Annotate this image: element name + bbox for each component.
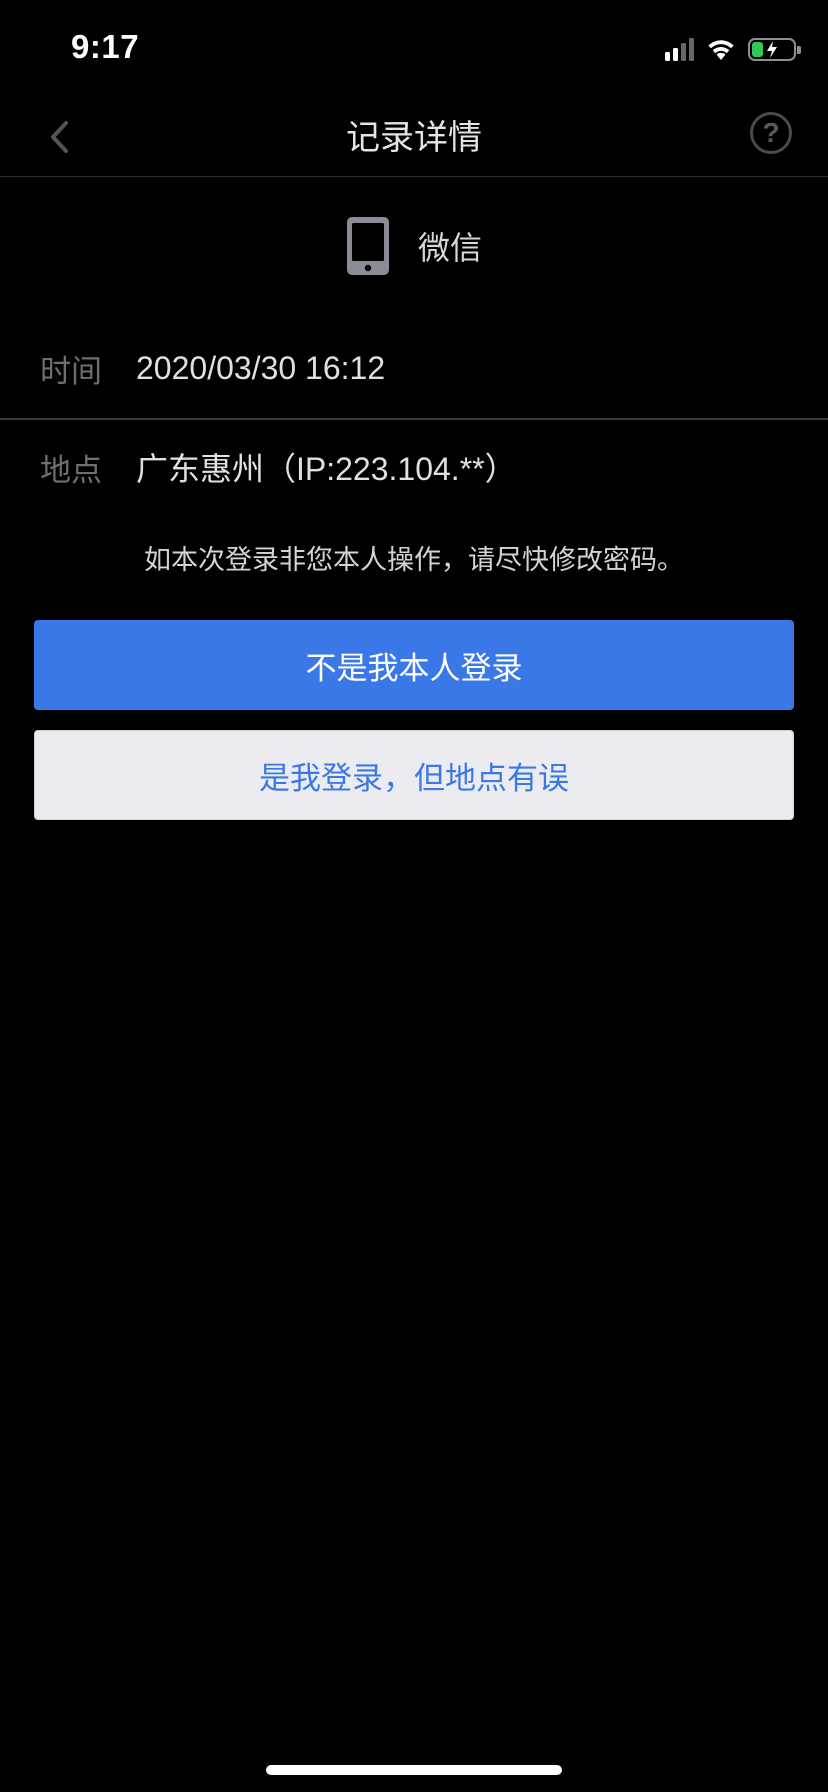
location-value: 广东惠州（IP:223.104.**） (136, 451, 517, 487)
page-title: 记录详情 (346, 118, 482, 158)
location-wrong-button[interactable]: 是我登录，但地点有误 (34, 730, 794, 820)
status-icons (665, 36, 801, 62)
time-row: 时间 2020/03/30 16:12 (0, 331, 828, 405)
time-label: 时间 (40, 353, 102, 390)
time-value: 2020/03/30 16:12 (136, 349, 386, 386)
phone-icon (346, 217, 389, 275)
status-bar: 9:17 (0, 0, 828, 100)
signal-icon (665, 37, 694, 61)
nav-bar: 记录详情 ? (0, 100, 828, 177)
device-row: 微信 (0, 214, 828, 278)
device-label: 微信 (417, 229, 482, 267)
battery-charging-icon (748, 37, 801, 61)
divider (0, 418, 828, 420)
not-me-button[interactable]: 不是我本人登录 (34, 620, 794, 710)
location-label: 地点 (40, 452, 102, 489)
warning-text: 如本次登录非您本人操作，请尽快修改密码。 (144, 545, 684, 576)
wifi-icon (708, 40, 734, 60)
home-indicator[interactable] (266, 1765, 562, 1775)
help-button[interactable]: ? (750, 112, 792, 154)
location-row: 地点 广东惠州（IP:223.104.**） (0, 430, 828, 504)
status-time: 9:17 (71, 28, 140, 65)
help-icon: ? (762, 117, 780, 148)
